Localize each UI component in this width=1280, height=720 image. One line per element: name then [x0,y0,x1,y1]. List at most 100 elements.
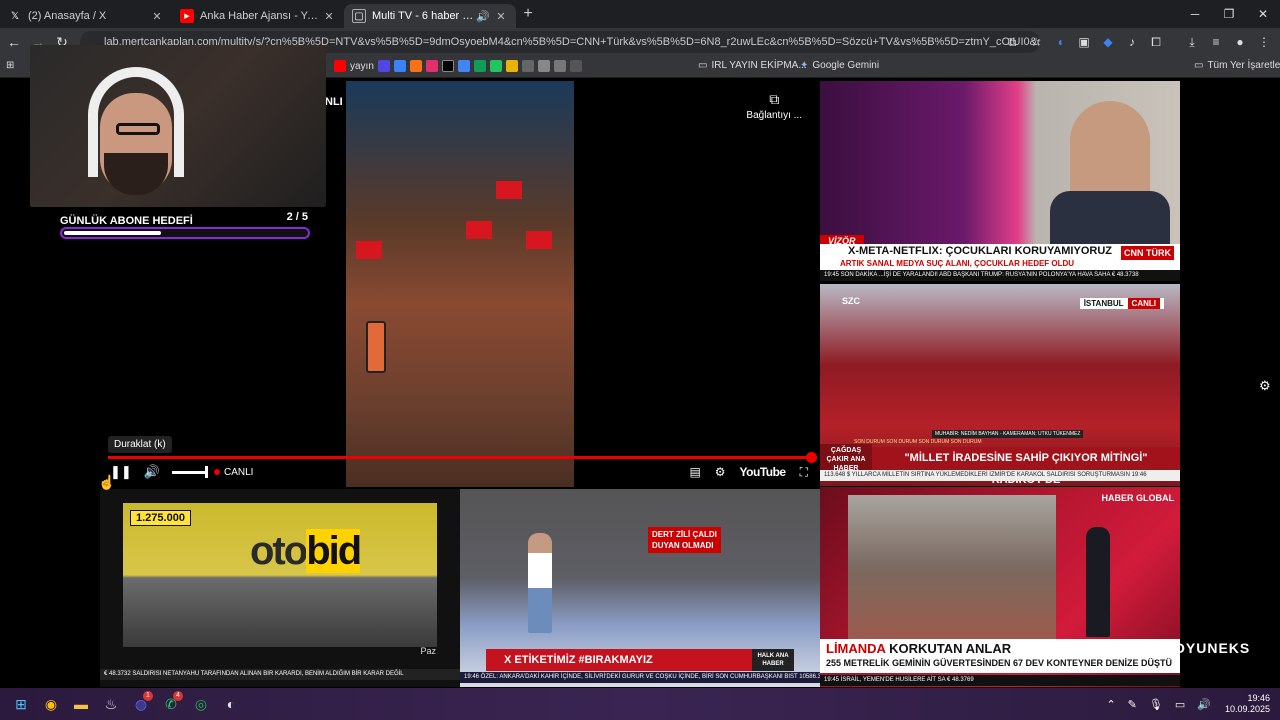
channel-tile-ad[interactable]: 1.275.000 otobid Paz € 48.3732 SALDIRISI… [100,489,460,687]
copy-link-button[interactable]: ⧉ Bağlantıyı ... [746,91,802,121]
new-tab-button[interactable]: + [516,5,540,23]
download-icon[interactable]: ⤓ [1180,35,1204,50]
settings-icon[interactable]: ⚙ [715,465,726,479]
spotify-icon[interactable]: ◎ [186,689,216,719]
tab-title: (2) Anasayfa / X [28,10,107,22]
location-badge: İSTANBUL CANLI [1079,298,1164,309]
bookmark-yayin[interactable]: yayın [334,60,374,72]
extension-icon[interactable]: ◖ [1048,35,1072,49]
globe-icon [522,60,534,72]
extension-icon [538,60,550,72]
player-controls: ❚❚ 🔊 CANLI ▤ ⚙ YouTube ⛶ [108,461,812,483]
menu-icon[interactable]: ⋮ [1252,35,1276,49]
speaker-icon[interactable]: ♪ [1120,35,1144,49]
container-ship-image [848,495,1056,639]
bookmark-label: Google Gemini [812,60,880,71]
notification-badge: 1 [143,691,153,701]
pause-tooltip: Duraklat (k) [108,436,172,453]
microphone-icon[interactable]: 🎙 [1149,698,1163,711]
date: 10.09.2025 [1224,704,1270,714]
news-ticker: 19:45 SON DAKİKA ...İŞİ DE YARALANDI! AB… [820,270,1180,281]
youtube-icon [334,60,346,72]
close-tab-icon[interactable]: ✕ [494,10,508,23]
youtube-logo[interactable]: YouTube [740,465,787,479]
profile-avatar-icon[interactable]: ● [1228,35,1252,49]
clock[interactable]: 19:46 10.09.2025 [1225,693,1270,715]
chrome-icon[interactable]: ◉ [36,689,66,719]
news-ticker: 113.648 $ YILLARCA MİLLETİN SIRTINA YÜKL… [820,470,1180,481]
headline-part: LİMANDA [826,641,886,656]
live-dot [213,469,220,475]
maximize-icon[interactable]: ❐ [1212,0,1246,28]
tab-title: Multi TV - 6 haber kanalını [372,10,476,22]
show-badge: HALK ANA HABER [752,649,794,671]
windows-taskbar: ⊞ ◉ ▬ ♨ ◍ 1 ✆ 4 ◎ ◐ ⌃ ✎ 🎙 ▭ 🔊 19:46 10.09.2… [0,688,1280,720]
windows-start-icon[interactable]: ⊞ [6,689,36,719]
monitor-icon[interactable]: ▭ [1175,698,1185,711]
channel-tile-sozcu[interactable]: SZC İSTANBUL CANLI MUHABİR: NEDİM BAYHAN … [820,284,1180,486]
oyuneks-logo: OYUNEKS [1174,640,1251,656]
obs-icon[interactable]: ◐ [216,689,246,719]
headline: LİMANDA KORKUTAN ANLAR [820,639,1180,657]
bookmark-label: yayın [350,60,374,72]
bookmark-star-icon[interactable]: ☆ [1024,35,1048,49]
time: 19:46 [1247,693,1270,703]
location-label: İSTANBUL [1083,299,1124,308]
dert-banner: DERT ZİLİ ÇALDI DUYAN OLMADI [648,527,721,553]
close-tab-icon[interactable]: ✕ [322,10,336,23]
live-badge: CANLI [1127,298,1160,309]
tab-youtube[interactable]: ▶ Anka Haber Ajansı - YouTube ✕ [172,4,344,28]
tab-multitv[interactable]: ▢ Multi TV - 6 haber kanalını 🔊 ✕ [344,4,516,28]
sheets-icon [474,60,486,72]
bookmark-irl[interactable]: ▭ IRL YAYIN EKİPMA... [698,60,807,71]
channel-tile-haber-global[interactable]: HABER GLOBAL LİMANDA KORKUTAN ANLAR 255 … [820,487,1180,687]
back-icon[interactable]: ← [2,34,26,50]
streamer-webcam [30,45,326,207]
banner-line: DUYAN OLMADI [652,541,714,550]
close-tab-icon[interactable]: ✕ [150,10,164,23]
speaker-icon[interactable]: 🔊 [1197,698,1211,711]
folder-icon: ▭ [698,60,708,71]
volume-slider[interactable] [171,465,208,478]
goal-progress-bar [60,227,310,239]
channel-tile-halk-tv[interactable]: DERT ZİLİ ÇALDI DUYAN OLMADI X ETİKETİMİZ… [460,489,820,687]
minimize-icon[interactable]: ─ [1178,0,1212,28]
window-controls: ─ ❐ ✕ [1178,0,1280,28]
fullscreen-icon[interactable]: ⛶ [800,465,808,480]
tab-search-icon[interactable]: ≡ [1204,35,1228,49]
bookmark-gemini[interactable]: ✦ Google Gemini [800,60,879,71]
whatsapp-icon[interactable]: ✆ 4 [156,689,186,719]
progress-bar[interactable] [108,452,817,463]
sozcu-logo: SZC [842,296,860,306]
bookmark-favicons[interactable] [378,60,586,72]
son-durum-strip: SON DURUM SON DURUM SON DURUM SON DURUM [854,439,982,445]
settings-gear-icon[interactable]: ⚙ [1259,378,1271,394]
steam-icon[interactable]: ♨ [96,689,126,719]
volume-icon[interactable]: 🔊 [144,464,160,480]
close-window-icon[interactable]: ✕ [1246,0,1280,28]
speaker-icon[interactable]: 🔊 [476,10,490,23]
channel-tile-cnn-turk[interactable]: VİZÖR X-META-NETFLIX: ÇOCUKLARI KORUYAMI… [820,81,1180,281]
headline: "MİLLET İRADESİNE SAHİP ÇIKIYOR MİTİNGİ"… [872,447,1180,486]
chevron-up-icon[interactable]: ⌃ [1106,698,1115,711]
apps-icon[interactable]: ⊞ [6,60,14,71]
live-label[interactable]: CANLI [224,467,253,478]
tab-title: Anka Haber Ajansı - YouTube [200,10,322,22]
crowd-video-frame [346,81,574,487]
file-explorer-icon[interactable]: ▬ [66,689,96,719]
subtitles-icon[interactable]: ▤ [689,465,700,479]
x-logo-icon: 𝕏 [10,10,20,22]
cnn-logo: CNN TÜRK [1121,246,1174,260]
corner-text: Paz [420,646,436,656]
bookmark-label: IRL YAYIN EKİPMA... [711,60,807,71]
logo-part: oto [250,529,308,573]
extension-icon[interactable]: ▣ [1072,35,1096,49]
puzzle-icon[interactable]: ⧠ [1144,35,1168,50]
pen-icon[interactable]: ✎ [1128,698,1137,711]
discord-icon[interactable]: ◍ 1 [126,689,156,719]
all-bookmarks[interactable]: ▭ Tüm Yer İşaretleri [1194,60,1280,71]
install-icon[interactable]: ⧉ [1000,35,1024,50]
phone-in-video [366,321,386,373]
extension-icon[interactable]: ◆ [1096,35,1120,49]
tab-x[interactable]: 𝕏 (2) Anasayfa / X ✕ [0,4,172,28]
